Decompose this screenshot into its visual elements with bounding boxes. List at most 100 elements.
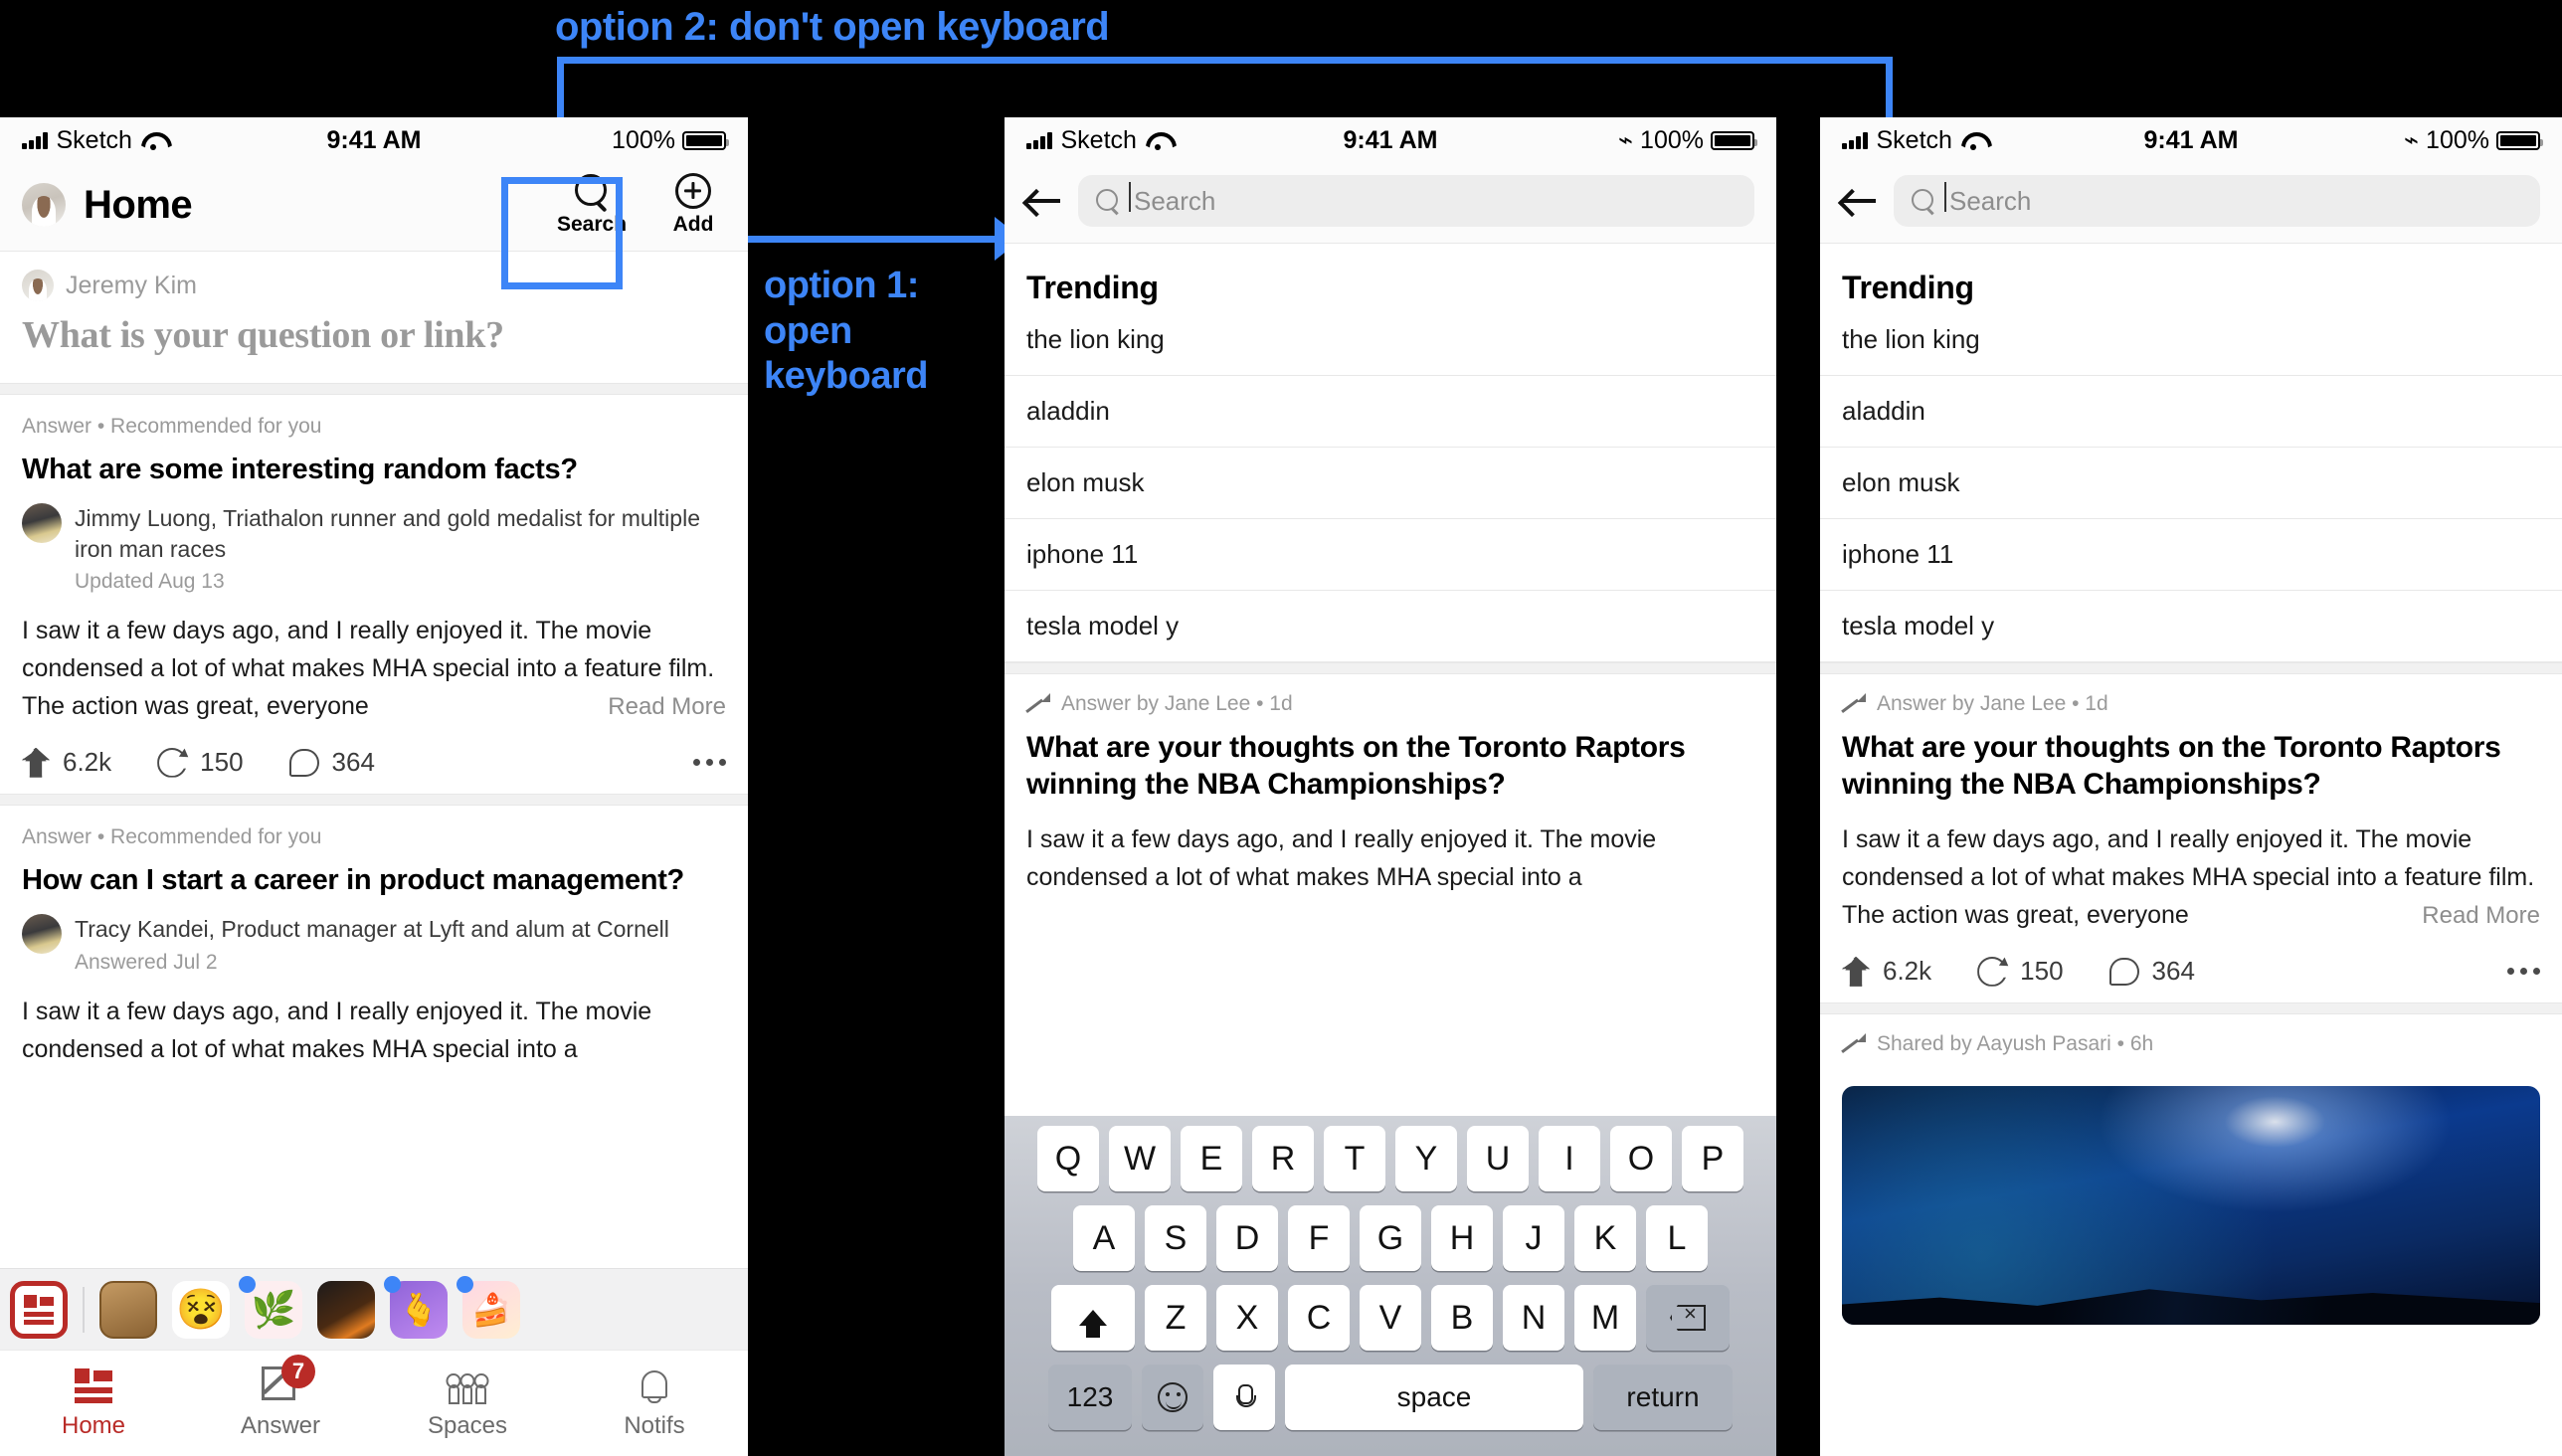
key-j[interactable]: J — [1503, 1205, 1564, 1271]
list-item[interactable]: aladdin — [1005, 376, 1776, 448]
text-caret — [1944, 181, 1946, 212]
list-item[interactable]: tesla model y — [1005, 591, 1776, 662]
key-k[interactable]: K — [1574, 1205, 1636, 1271]
feed-card[interactable]: Answer • Recommended for you What are so… — [0, 395, 748, 795]
status-left-group: Sketch — [1026, 126, 1169, 155]
feed-card[interactable]: Answer • Recommended for you How can I s… — [0, 806, 748, 1084]
search-icon — [1912, 189, 1935, 213]
key-x[interactable]: X — [1216, 1285, 1278, 1351]
key-n[interactable]: N — [1503, 1285, 1564, 1351]
key-y[interactable]: Y — [1395, 1126, 1457, 1191]
backspace-key[interactable] — [1646, 1285, 1730, 1351]
list-item[interactable]: elon musk — [1005, 448, 1776, 519]
app-icon-quora[interactable] — [10, 1280, 68, 1339]
key-i[interactable]: I — [1539, 1126, 1600, 1191]
read-more-link[interactable]: Read More — [588, 688, 726, 726]
key-o[interactable]: O — [1610, 1126, 1672, 1191]
avatar[interactable] — [22, 503, 62, 544]
key-v[interactable]: V — [1360, 1285, 1421, 1351]
key-a[interactable]: A — [1073, 1205, 1135, 1271]
reshare-button[interactable]: 150 — [157, 747, 243, 778]
key-w[interactable]: W — [1109, 1126, 1171, 1191]
tab-home-label: Home — [61, 1412, 126, 1439]
battery-percent-label: 100% — [1640, 125, 1704, 154]
card-title[interactable]: What are some interesting random facts? — [22, 453, 726, 487]
post-image[interactable] — [1842, 1086, 2540, 1326]
list-item[interactable]: iphone 11 — [1005, 519, 1776, 591]
numbers-key[interactable]: 123 — [1048, 1365, 1132, 1430]
upvote-button[interactable]: 6.2k — [1842, 956, 1931, 987]
back-icon[interactable] — [1026, 186, 1060, 216]
list-item[interactable]: tesla model y — [1820, 591, 2562, 662]
list-item[interactable]: iphone 11 — [1820, 519, 2562, 591]
list-item[interactable]: the lion king — [1820, 312, 2562, 376]
notification-dot — [239, 1275, 256, 1293]
tab-spaces[interactable]: Spaces — [374, 1351, 561, 1456]
key-q[interactable]: Q — [1037, 1126, 1099, 1191]
tab-answer[interactable]: 7 Answer — [187, 1351, 374, 1456]
search-input[interactable]: Search — [1078, 175, 1754, 227]
list-item[interactable]: elon musk — [1820, 448, 2562, 519]
key-f[interactable]: F — [1288, 1205, 1350, 1271]
emoji-key[interactable] — [1142, 1365, 1203, 1430]
battery-percent-label: 100% — [612, 125, 675, 154]
feed-card[interactable]: Answer by Jane Lee • 1d What are your th… — [1820, 674, 2562, 1003]
back-icon[interactable] — [1842, 186, 1876, 216]
upvote-button[interactable]: 6.2k — [22, 747, 111, 778]
question-composer[interactable]: Jeremy Kim What is your question or link… — [0, 252, 748, 383]
home-header: Home Search Add — [0, 163, 748, 252]
dictation-key[interactable] — [1213, 1365, 1275, 1430]
key-l[interactable]: L — [1646, 1205, 1708, 1271]
onscreen-keyboard[interactable]: Q W E R T Y U I O P A S D F G H J K L Z … — [1005, 1116, 1776, 1456]
card-title[interactable]: What are your thoughts on the Toronto Ra… — [1842, 730, 2540, 803]
key-p[interactable]: P — [1682, 1126, 1743, 1191]
shift-key[interactable] — [1051, 1285, 1135, 1351]
key-g[interactable]: G — [1360, 1205, 1421, 1271]
bell-icon-wrap — [636, 1366, 673, 1404]
feed-card[interactable]: Shared by Aayush Pasari • 6h — [1820, 1014, 2562, 1073]
list-item[interactable]: the lion king — [1005, 312, 1776, 376]
read-more-link[interactable]: Read More — [2402, 897, 2540, 935]
key-m[interactable]: M — [1574, 1285, 1636, 1351]
tab-notifs[interactable]: Notifs — [561, 1351, 748, 1456]
comment-button[interactable]: 364 — [288, 747, 375, 778]
key-d[interactable]: D — [1216, 1205, 1278, 1271]
comment-button[interactable]: 364 — [2108, 956, 2195, 987]
tab-home[interactable]: Home — [0, 1351, 187, 1456]
annotation-line-option2-horizontal — [557, 57, 1893, 64]
search-input[interactable]: Search — [1894, 175, 2540, 227]
app-icon-cake[interactable]: 🍰 — [457, 1275, 520, 1339]
key-t[interactable]: T — [1324, 1126, 1385, 1191]
card-title[interactable]: How can I start a career in product mana… — [22, 863, 726, 898]
key-h[interactable]: H — [1431, 1205, 1493, 1271]
app-icon-game[interactable] — [99, 1280, 157, 1339]
list-item[interactable]: aladdin — [1820, 376, 2562, 448]
space-key[interactable]: space — [1285, 1365, 1583, 1430]
app-icon-plant[interactable]: 🌿 — [239, 1275, 302, 1339]
key-c[interactable]: C — [1288, 1285, 1350, 1351]
app-icon-heart[interactable]: 🫰 — [384, 1275, 448, 1339]
key-u[interactable]: U — [1467, 1126, 1529, 1191]
key-z[interactable]: Z — [1145, 1285, 1206, 1351]
card-body: I saw it a few days ago, and I really en… — [1842, 820, 2540, 935]
tab-notifs-label: Notifs — [624, 1412, 685, 1439]
reshare-button[interactable]: 150 — [1977, 956, 2063, 987]
search-placeholder: Search — [1129, 181, 1215, 217]
feed-card[interactable]: Answer by Jane Lee • 1d What are your th… — [1005, 674, 1776, 913]
more-options-button[interactable] — [693, 759, 726, 767]
key-e[interactable]: E — [1181, 1126, 1242, 1191]
app-switcher-strip[interactable]: 😵 🌿 🫰 🍰 — [0, 1268, 748, 1350]
wifi-icon — [1961, 132, 1984, 150]
key-s[interactable]: S — [1145, 1205, 1206, 1271]
add-button[interactable]: Add — [660, 173, 726, 237]
card-title[interactable]: What are your thoughts on the Toronto Ra… — [1026, 730, 1754, 803]
return-key[interactable]: return — [1593, 1365, 1733, 1430]
app-icon-photo[interactable] — [317, 1280, 375, 1339]
wifi-icon — [141, 132, 164, 150]
app-icon-emoji[interactable]: 😵 — [172, 1280, 230, 1339]
avatar[interactable] — [22, 914, 62, 955]
more-options-button[interactable] — [2507, 968, 2540, 976]
key-b[interactable]: B — [1431, 1285, 1493, 1351]
key-r[interactable]: R — [1252, 1126, 1314, 1191]
avatar[interactable] — [22, 183, 66, 227]
